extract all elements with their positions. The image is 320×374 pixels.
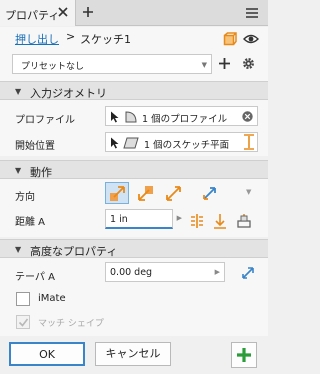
check-icon — [18, 318, 29, 327]
cancel-button-label: キャンセル — [105, 347, 161, 360]
section-advanced-body: テーパ A 0.00 deg ▶ iMate マッチ シェイプ — [0, 258, 268, 336]
panel-titlebar: プロパティ — [0, 0, 268, 26]
cancel-button[interactable]: キャンセル — [95, 342, 171, 366]
distance-input[interactable]: 1 in ▶ — [105, 209, 182, 229]
ok-button[interactable]: OK — [9, 342, 85, 366]
imate-label: iMate — [38, 293, 66, 304]
direction-flipped-icon — [138, 186, 153, 201]
preset-value: プリセットなし — [21, 62, 85, 72]
clear-icon[interactable] — [242, 111, 253, 122]
taper-input[interactable]: 0.00 deg ▶ — [105, 262, 225, 282]
section-input-geometry-header[interactable]: ▼ 入力ジオメトリ — [0, 81, 268, 100]
direction-default-button[interactable] — [105, 182, 129, 204]
taper-value: 0.00 deg — [110, 267, 153, 278]
apply-button[interactable] — [231, 342, 257, 368]
profile-label: プロファイル — [15, 115, 75, 126]
collapse-triangle-icon: ▼ — [15, 87, 22, 96]
section-input-geometry-body: プロファイル 1 個のプロファイル 開始位置 1 個のスケッチ平面 — [0, 100, 268, 156]
match-shape-label: マッチ シェイプ — [38, 319, 104, 329]
start-label: 開始位置 — [15, 141, 55, 152]
chevron-down-icon: ▼ — [201, 61, 207, 69]
preset-row: プリセットなし ▼ — [0, 51, 268, 81]
profile-selector[interactable]: 1 個のプロファイル — [105, 106, 258, 126]
ok-button-label: OK — [39, 348, 55, 361]
section-title: 動作 — [30, 166, 52, 179]
chevron-down-icon[interactable]: ▼ — [246, 188, 251, 196]
sketch-plane-icon — [123, 137, 139, 149]
breadcrumb-extrude-link[interactable]: 押し出し — [15, 31, 59, 47]
profile-value: 1 個のプロファイル — [142, 114, 228, 125]
match-shape-checkbox[interactable] — [16, 315, 30, 329]
distance-label: 距離 A — [15, 217, 46, 228]
tab-properties[interactable]: プロパティ — [0, 0, 76, 26]
add-preset-icon[interactable] — [218, 57, 231, 70]
chevron-right-icon[interactable]: ▶ — [215, 268, 220, 276]
direction-label: 方向 — [15, 192, 35, 203]
breadcrumb-separator: > — [66, 30, 76, 43]
plus-icon — [237, 348, 251, 362]
direction-flipped-button[interactable] — [133, 182, 157, 204]
preset-dropdown[interactable]: プリセットなし ▼ — [12, 54, 212, 74]
start-value: 1 個のスケッチ平面 — [144, 140, 230, 151]
eye-icon[interactable] — [243, 33, 259, 45]
add-tab-icon[interactable] — [82, 6, 94, 18]
extent-through-icon[interactable] — [213, 213, 227, 229]
extent-between-icon[interactable] — [236, 213, 252, 229]
direction-asymmetric-button[interactable] — [197, 182, 221, 204]
cursor-arrow-icon — [111, 137, 119, 149]
start-selector[interactable]: 1 個のスケッチ平面 — [105, 132, 258, 152]
direction-symmetric-icon — [166, 186, 181, 201]
breadcrumb: 押し出し > スケッチ1 — [0, 27, 268, 51]
section-title: 高度なプロパティ — [30, 245, 118, 258]
cursor-arrow-icon — [111, 111, 119, 123]
direction-symmetric-button[interactable] — [161, 182, 185, 204]
tab-label: プロパティ — [5, 9, 60, 22]
gear-icon[interactable] — [241, 56, 256, 71]
section-behavior-body: 方向 ▼ 距離 A 1 in ▶ — [0, 179, 268, 237]
dialog-footer: OK キャンセル — [0, 336, 268, 374]
section-advanced-header[interactable]: ▼ 高度なプロパティ — [0, 239, 268, 258]
distance-value: 1 in — [110, 214, 128, 225]
breadcrumb-current: スケッチ1 — [80, 33, 131, 46]
section-title: 入力ジオメトリ — [30, 87, 107, 100]
profile-shape-icon — [125, 111, 137, 123]
cube-icon[interactable] — [223, 32, 237, 46]
menu-icon[interactable] — [245, 6, 259, 20]
section-behavior-header[interactable]: ▼ 動作 — [0, 160, 268, 179]
direction-asymmetric-icon — [203, 187, 216, 200]
direction-default-icon — [110, 186, 125, 201]
collapse-triangle-icon: ▼ — [15, 245, 22, 254]
imate-checkbox[interactable] — [16, 292, 30, 306]
chevron-right-icon[interactable]: ▶ — [177, 214, 182, 222]
close-icon[interactable] — [57, 6, 69, 18]
collapse-triangle-icon: ▼ — [15, 166, 22, 175]
extent-to-icon[interactable] — [189, 213, 205, 229]
taper-label: テーパ A — [15, 272, 55, 283]
offset-start-icon[interactable] — [243, 134, 255, 150]
flip-taper-icon[interactable] — [240, 265, 256, 281]
